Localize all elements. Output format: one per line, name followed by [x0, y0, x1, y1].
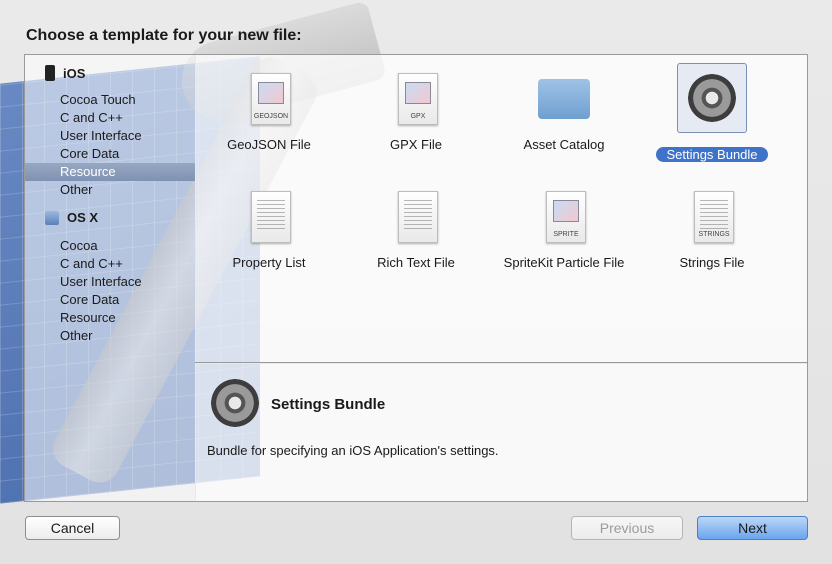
template-label: GPX File [389, 137, 442, 152]
template-property-list[interactable]: Property List [199, 185, 339, 270]
template-label: SpriteKit Particle File [503, 255, 625, 270]
sidebar-section-osx: OS X [45, 210, 98, 225]
strings-doc-icon: STRINGS [682, 185, 742, 245]
sidebar-item-ios-user-interface[interactable]: User Interface [25, 127, 195, 145]
template-label: GeoJSON File [227, 137, 311, 152]
template-strings[interactable]: STRINGS Strings File [642, 185, 782, 270]
gpx-doc-icon: GPX [386, 67, 446, 127]
template-label: Settings Bundle [656, 147, 768, 162]
sidebar-item-ios-resource[interactable]: Resource [25, 163, 195, 181]
dialog-title: Choose a template for your new file: [26, 27, 302, 44]
rtf-doc-icon [386, 185, 446, 245]
sidebar-item-ios-other[interactable]: Other [25, 181, 195, 199]
detail-description: Bundle for specifying an iOS Application… [207, 443, 499, 458]
sprite-doc-icon: SPRITE [534, 185, 594, 245]
template-label: Rich Text File [377, 255, 455, 270]
cancel-button[interactable]: Cancel [25, 516, 120, 540]
next-button[interactable]: Next [697, 516, 808, 540]
iphone-icon [45, 65, 55, 81]
gear-icon [677, 63, 747, 133]
template-spritekit-particle[interactable]: SPRITE SpriteKit Particle File [494, 185, 634, 270]
template-rich-text[interactable]: Rich Text File [346, 185, 486, 270]
template-label: Property List [232, 255, 306, 270]
sidebar-item-osx-user-interface[interactable]: User Interface [25, 273, 195, 291]
gear-icon [211, 379, 259, 427]
template-asset-catalog[interactable]: Asset Catalog [494, 67, 634, 152]
sidebar-item-osx-core-data[interactable]: Core Data [25, 291, 195, 309]
category-sidebar: iOS Cocoa Touch C and C++ User Interface… [24, 54, 196, 502]
template-label: Strings File [679, 255, 745, 270]
sidebar-item-ios-c-cpp[interactable]: C and C++ [25, 109, 195, 127]
sidebar-item-cocoa[interactable]: Cocoa [25, 237, 195, 255]
sidebar-item-osx-c-cpp[interactable]: C and C++ [25, 255, 195, 273]
folder-icon [534, 67, 594, 127]
detail-title: Settings Bundle [271, 396, 386, 413]
mac-icon [45, 210, 59, 225]
previous-button[interactable]: Previous [571, 516, 683, 540]
sidebar-item-cocoa-touch[interactable]: Cocoa Touch [25, 91, 195, 109]
sidebar-item-osx-resource[interactable]: Resource [25, 309, 195, 327]
geojson-doc-icon: GEOJSON [239, 67, 299, 127]
plist-doc-icon [239, 185, 299, 245]
template-label: Asset Catalog [523, 137, 605, 152]
template-grid: GEOJSON GeoJSON File GPX GPX File Asset … [195, 54, 808, 364]
template-geojson[interactable]: GEOJSON GeoJSON File [199, 67, 339, 152]
template-detail-panel: Settings Bundle Bundle for specifying an… [195, 362, 808, 502]
template-settings-bundle[interactable]: Settings Bundle [642, 63, 782, 162]
template-gpx[interactable]: GPX GPX File [346, 67, 486, 152]
sidebar-item-osx-other[interactable]: Other [25, 327, 195, 345]
sidebar-item-ios-core-data[interactable]: Core Data [25, 145, 195, 163]
sidebar-section-ios: iOS [45, 65, 85, 81]
